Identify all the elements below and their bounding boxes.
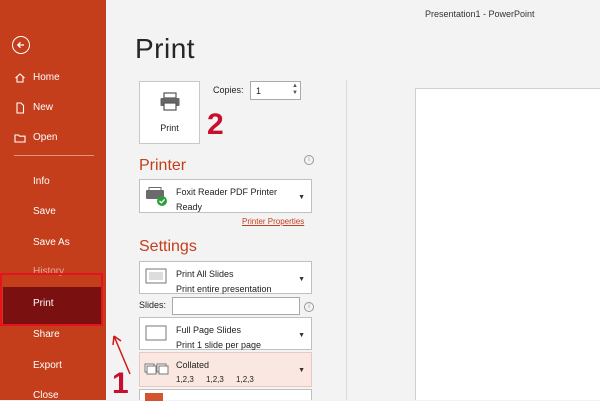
collation-dropdown[interactable]: Collated 1,2,3 1,2,3 1,2,3 ▼ xyxy=(139,352,312,387)
sidebar-item-label: Share xyxy=(33,329,60,340)
window-title: Presentation1 - PowerPoint xyxy=(425,9,535,19)
info-icon[interactable]: i xyxy=(304,155,314,165)
layout-title: Full Page Slides xyxy=(176,325,242,335)
copies-label: Copies: xyxy=(213,85,244,95)
print-range-desc: Print entire presentation xyxy=(176,284,272,294)
folder-icon xyxy=(14,134,26,143)
collation-sequence: 1,2,3 1,2,3 1,2,3 xyxy=(176,375,254,384)
sidebar-item-label: Open xyxy=(33,132,58,143)
collation-title: Collated xyxy=(176,360,210,370)
printer-dropdown[interactable]: Foxit Reader PDF Printer Ready ▼ xyxy=(139,179,312,213)
settings-heading: Settings xyxy=(139,238,197,255)
chevron-down-icon: ▼ xyxy=(298,332,305,339)
printer-ready-icon xyxy=(146,187,167,206)
chevron-down-icon: ▼ xyxy=(298,276,305,283)
copies-stepper[interactable]: 1 ▲ ▼ xyxy=(250,81,301,100)
slides-input[interactable] xyxy=(172,297,300,315)
color-dropdown[interactable] xyxy=(139,389,312,401)
copies-value: 1 xyxy=(256,86,262,96)
chevron-down-icon: ▼ xyxy=(298,367,305,374)
annotation-step-2: 2 xyxy=(207,108,224,141)
full-page-slide-icon xyxy=(145,325,167,341)
sidebar-divider xyxy=(14,155,94,156)
printer-icon xyxy=(160,92,180,111)
backstage-sidebar: Home New Open Info Save Save As History … xyxy=(0,0,106,401)
print-preview-page xyxy=(415,88,600,400)
back-arrow-icon[interactable] xyxy=(12,36,30,54)
layout-desc: Print 1 slide per page xyxy=(176,340,262,350)
collated-pages-icon xyxy=(144,363,169,375)
sidebar-item-label: Close xyxy=(33,390,59,401)
sidebar-item-label: Home xyxy=(33,72,60,83)
info-icon[interactable]: i xyxy=(304,302,314,312)
sidebar-item-label: Export xyxy=(33,360,62,371)
page-title: Print xyxy=(135,33,196,64)
printer-properties-link[interactable]: Printer Properties xyxy=(242,217,304,226)
slides-stack-icon xyxy=(145,268,167,284)
sidebar-item-label: Save xyxy=(33,206,56,217)
print-button[interactable]: Print xyxy=(139,81,200,144)
annotation-highlight-box xyxy=(0,273,103,326)
sidebar-item-label: Save As xyxy=(33,237,70,248)
spin-arrows-icon[interactable]: ▲ ▼ xyxy=(292,83,298,97)
printer-status: Ready xyxy=(176,202,203,212)
pane-divider xyxy=(346,80,347,400)
print-button-label: Print xyxy=(160,123,179,133)
new-file-icon xyxy=(16,102,25,114)
chevron-down-icon: ▼ xyxy=(298,194,305,201)
home-icon xyxy=(15,73,25,83)
sidebar-item-label: Info xyxy=(33,176,50,187)
print-range-dropdown[interactable]: Print All Slides Print entire presentati… xyxy=(139,261,312,294)
printer-name: Foxit Reader PDF Printer xyxy=(176,187,278,197)
print-range-title: Print All Slides xyxy=(176,269,234,279)
sidebar-item-label: New xyxy=(33,102,54,113)
annotation-step-1: 1 xyxy=(112,367,129,400)
printer-heading: Printer xyxy=(139,157,187,174)
layout-dropdown[interactable]: Full Page Slides Print 1 slide per page … xyxy=(139,317,312,350)
slides-label: Slides: xyxy=(139,300,167,310)
